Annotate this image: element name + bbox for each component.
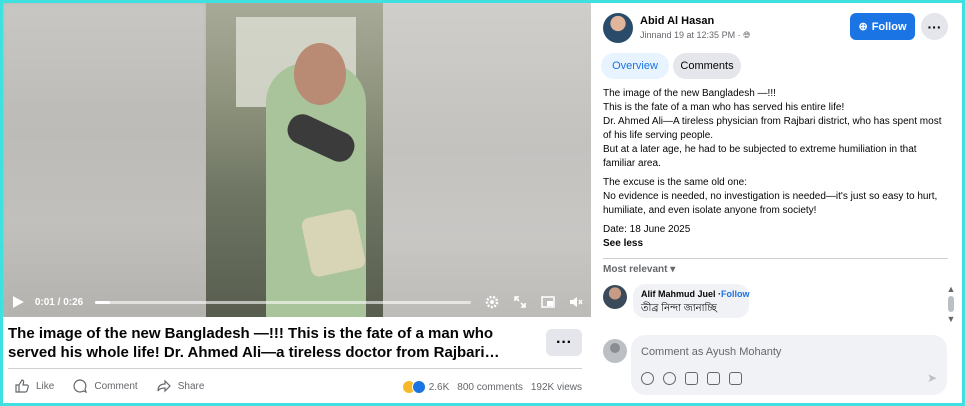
commenter-name[interactable]: Alif Mahmud Juel: [641, 289, 716, 299]
like-reaction-icon: [411, 380, 426, 394]
actions-divider: [8, 368, 582, 369]
comments-scrollbar[interactable]: ▲ ▼: [946, 284, 956, 324]
comment-composer[interactable]: Comment as Ayush Mohanty ➤: [631, 335, 947, 395]
tab-comments[interactable]: Comments: [673, 53, 741, 79]
composer-tools: [641, 372, 742, 385]
comment-icon: [73, 379, 88, 394]
commenter-avatar[interactable]: [603, 285, 627, 309]
follow-label: Follow: [871, 20, 907, 33]
video-blur-right: [383, 3, 591, 317]
comment-count[interactable]: 800 comments: [457, 382, 523, 393]
like-label: Like: [36, 380, 55, 392]
thumbs-up-icon: [15, 379, 29, 393]
post-stats: 2.6K 800 comments 192K views: [401, 380, 582, 394]
commenter-follow-link[interactable]: Follow: [721, 289, 750, 299]
post-body-paragraph-2: The excuse is the same old one: No evide…: [603, 176, 948, 218]
post-timestamp[interactable]: Jinnand 19 at 12:35 PM · 🌐︎: [640, 30, 750, 41]
video-control-icons: [485, 295, 583, 309]
comment-sort-dropdown[interactable]: Most relevant ▾: [603, 264, 675, 275]
view-count: 192K views: [530, 381, 582, 393]
post-date: Date: 18 June 2025: [603, 224, 691, 235]
body-line: Dr. Ahmed Ali—A tireless physician from …: [603, 116, 942, 141]
see-less-link[interactable]: See less: [603, 237, 948, 251]
avatar-face: [610, 343, 620, 353]
share-label: Share: [177, 380, 205, 392]
gif-icon[interactable]: [707, 372, 720, 385]
caption-more-button[interactable]: ···: [546, 329, 582, 356]
video-person-head: [294, 43, 346, 105]
comment-header: Alif Mahmud Juel ·Follow: [641, 289, 750, 299]
post-body-paragraph-3: Date: 18 June 2025 See less: [603, 223, 948, 251]
sticker-icon[interactable]: [729, 372, 742, 385]
scroll-up-icon[interactable]: ▲: [947, 284, 956, 294]
comment-input-placeholder[interactable]: Comment as Ayush Mohanty: [641, 346, 781, 358]
comment-button[interactable]: Comment: [72, 378, 138, 394]
video-blur-left: [3, 3, 206, 317]
follow-button[interactable]: ⊕ Follow: [850, 13, 915, 40]
globe-icon: 🌐︎: [743, 30, 751, 40]
comments-divider: [603, 258, 948, 259]
reaction-icons[interactable]: 2.6K: [401, 380, 450, 394]
camera-icon[interactable]: [685, 372, 698, 385]
video-frame: [206, 3, 383, 317]
body-line: No evidence is needed, no investigation …: [603, 191, 938, 216]
comment-bubble: Alif Mahmud Juel ·Follow তীব্র নিন্দা জা…: [633, 284, 750, 318]
body-line: The image of the new Bangladesh —!!!: [603, 88, 776, 99]
post-options-button[interactable]: ···: [921, 13, 948, 40]
video-seekbar-fill: [95, 300, 111, 304]
post-timestamp-text: Jinnand 19 at 12:35 PM ·: [640, 30, 741, 40]
comment-text: তীব্র নিন্দা জানাচ্ছি: [641, 303, 717, 314]
video-time: 0:01 / 0:26: [34, 296, 84, 308]
like-button[interactable]: Like: [14, 378, 54, 394]
scroll-down-icon[interactable]: ▼: [947, 314, 956, 324]
play-icon[interactable]: [11, 295, 25, 309]
tab-overview[interactable]: Overview: [601, 53, 669, 79]
body-line: This is the fate of a man who has served…: [603, 102, 845, 113]
comment-label: Comment: [94, 380, 138, 392]
mute-icon[interactable]: [569, 295, 583, 309]
share-icon: [157, 379, 171, 393]
reaction-count[interactable]: 2.6K: [429, 382, 450, 393]
body-line: The excuse is the same old one:: [603, 177, 747, 188]
video-seekbar[interactable]: [95, 300, 471, 304]
mini-player-icon[interactable]: [541, 295, 555, 309]
post-side-panel: Abid Al Hasan Jinnand 19 at 12:35 PM · 🌐…: [591, 3, 962, 403]
send-icon[interactable]: ➤: [927, 371, 937, 385]
scroll-thumb-icon[interactable]: [948, 296, 954, 312]
video-player[interactable]: 0:01 / 0:26: [3, 3, 591, 317]
avatar-sticker-icon[interactable]: [641, 372, 654, 385]
my-avatar[interactable]: [603, 339, 627, 363]
post-body: The image of the new Bangladesh —!!! Thi…: [603, 87, 948, 256]
author-avatar[interactable]: [603, 13, 633, 43]
follow-icon: ⊕: [858, 21, 868, 33]
post-body-paragraph-1: The image of the new Bangladesh —!!! Thi…: [603, 87, 948, 171]
share-button[interactable]: Share: [156, 378, 205, 394]
author-name[interactable]: Abid Al Hasan: [640, 15, 714, 27]
post-caption: The image of the new Bangladesh —!!! Thi…: [8, 325, 500, 361]
emoji-icon[interactable]: [663, 372, 676, 385]
body-line: But at a later age, he had to be subject…: [603, 144, 917, 169]
video-controls: 0:01 / 0:26: [3, 287, 591, 317]
settings-icon[interactable]: [485, 295, 499, 309]
expand-icon[interactable]: [513, 295, 527, 309]
post-actions: Like Comment Share: [14, 378, 204, 394]
